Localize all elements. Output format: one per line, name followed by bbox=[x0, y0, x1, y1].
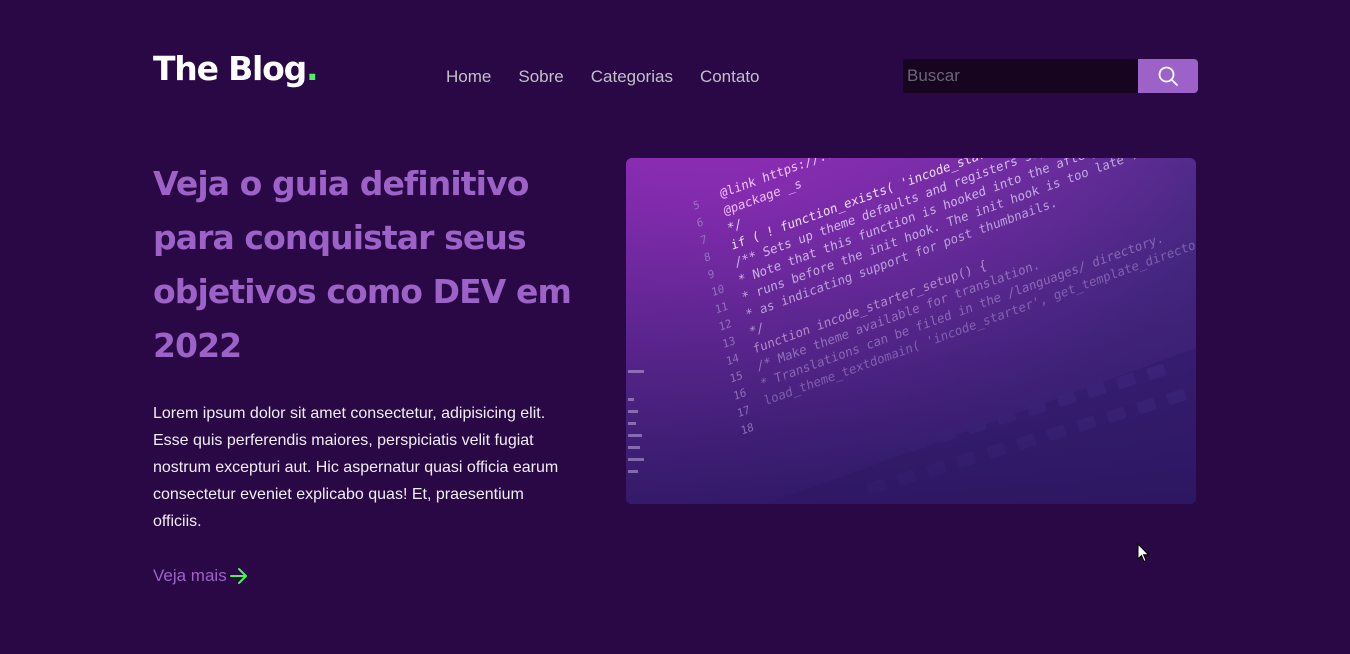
nav-item-home[interactable]: Home bbox=[446, 66, 491, 88]
main-nav: Home Sobre Categorias Contato bbox=[446, 66, 760, 88]
site-logo[interactable]: The Blog. bbox=[153, 46, 319, 92]
hero-description: Lorem ipsum dolor sit amet consectetur, … bbox=[153, 405, 559, 530]
search-button[interactable] bbox=[1138, 59, 1198, 93]
site-logo-dot: . bbox=[306, 49, 319, 88]
blog-page: The Blog. Home Sobre Categorias Contato … bbox=[0, 0, 1350, 654]
nav-item-sobre[interactable]: Sobre bbox=[518, 66, 563, 88]
nav-item-categorias[interactable]: Categorias bbox=[591, 66, 673, 88]
search-bar bbox=[903, 59, 1198, 93]
read-more-label: Veja mais bbox=[153, 566, 227, 585]
search-icon bbox=[1158, 66, 1178, 86]
read-more-link[interactable]: Veja mais bbox=[153, 564, 249, 588]
hero-image: @link https://...@package _s*/if ( ! fun… bbox=[626, 158, 1196, 504]
nav-item-contato[interactable]: Contato bbox=[700, 66, 760, 88]
site-logo-text: The Blog bbox=[153, 49, 307, 88]
search-input[interactable] bbox=[903, 59, 1138, 93]
mouse-cursor-icon bbox=[1137, 543, 1150, 563]
code-screen-illustration: @link https://...@package _s*/if ( ! fun… bbox=[626, 158, 1196, 504]
hero-title: Veja o guia definitivo para conquistar s… bbox=[153, 164, 572, 365]
arrow-right-icon bbox=[229, 568, 247, 584]
